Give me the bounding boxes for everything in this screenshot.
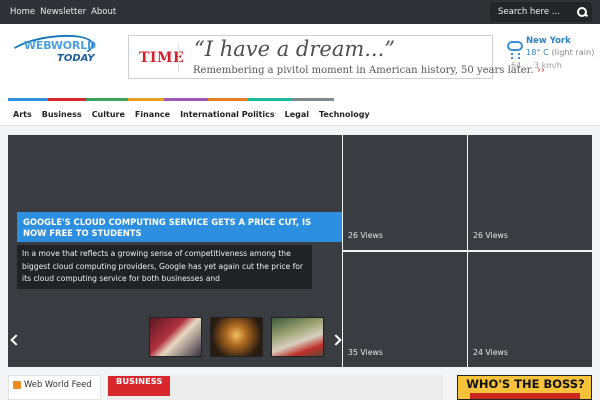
search-box (490, 2, 592, 22)
tile-views: 26 Views (473, 231, 508, 240)
logo-tagline: TODAY (57, 53, 95, 64)
nav-newsletter-link[interactable]: Newsletter (40, 7, 86, 17)
featured-title[interactable]: Google's cloud computing service gets a … (17, 212, 342, 242)
search-input[interactable] (496, 6, 570, 18)
category-color-segment (208, 98, 248, 101)
slider-thumbnail[interactable] (210, 317, 263, 357)
category-navigation: Arts Business Culture Finance Internatio… (8, 102, 375, 126)
category-legal[interactable]: Legal (280, 110, 314, 119)
slider-thumbnails (149, 317, 324, 357)
slider-next-arrow-icon[interactable] (332, 333, 342, 347)
rain-drops-icon (511, 53, 520, 59)
ad-subtext: Remembering a pivitol moment in American… (193, 65, 534, 76)
category-color-segment (8, 98, 48, 101)
featured-excerpt: In a move that reflects a growing sense … (17, 245, 312, 289)
category-technology[interactable]: Technology (314, 110, 375, 119)
category-color-segment (48, 98, 86, 101)
top-navigation: Home Newsletter About (10, 0, 116, 24)
rss-icon (13, 381, 21, 389)
feed-label: Web World Feed (24, 379, 92, 389)
post-tile[interactable]: 26 Views (343, 135, 467, 250)
logo-name-first: WEB (24, 39, 51, 52)
slider-prev-arrow-icon[interactable] (8, 333, 18, 347)
ad-divider (178, 44, 179, 72)
category-business[interactable]: Business (37, 110, 87, 119)
category-finance[interactable]: Finance (130, 110, 175, 119)
logo-name-second: WORLD (50, 39, 96, 52)
featured-slider[interactable]: Google's cloud computing service gets a … (8, 135, 342, 367)
top-bar: Home Newsletter About (0, 0, 600, 24)
weather-city: New York (526, 36, 571, 46)
category-color-segment (86, 98, 128, 101)
category-color-segment (292, 98, 334, 101)
weather-condition: (light rain) (551, 47, 595, 57)
slider-thumbnail[interactable] (271, 317, 324, 357)
category-color-strip (8, 98, 334, 101)
category-culture[interactable]: Culture (87, 110, 130, 119)
search-icon[interactable] (577, 6, 588, 18)
category-color-segment (164, 98, 208, 101)
cloud-rain-icon (507, 41, 523, 51)
tile-views: 35 Views (348, 348, 383, 357)
sidebar-ad-text: WHO'S THE BOSS? (466, 377, 585, 391)
weather-humidity: 64 (511, 61, 522, 70)
tile-views: 24 Views (473, 348, 508, 357)
ad-headline: “I have a dream...” (194, 37, 396, 61)
sidebar-ad[interactable]: WHO'S THE BOSS? (457, 375, 592, 400)
feed-widget[interactable]: Web World Feed (8, 375, 101, 400)
post-tile[interactable]: 26 Views (468, 135, 592, 250)
header-banner-ad[interactable]: TIME “I have a dream...” Remembering a p… (128, 35, 545, 79)
weather-widget: New York 18° C (light rain) 64 3 km/h (500, 35, 596, 79)
category-arts[interactable]: Arts (8, 110, 37, 119)
business-tag[interactable]: BUSINESS (108, 376, 171, 396)
category-color-segment (248, 98, 292, 101)
weather-temp: 18° C (526, 47, 549, 57)
site-logo[interactable]: WEBWORLD TODAY (6, 30, 98, 78)
slider-thumbnail[interactable] (149, 317, 202, 357)
nav-home-link[interactable]: Home (10, 7, 35, 17)
sidebar-ad-graphic (470, 393, 580, 399)
category-international-politics[interactable]: International Politics (175, 110, 280, 119)
nav-about-link[interactable]: About (91, 7, 116, 17)
weather-wind: 3 km/h (534, 61, 562, 70)
post-tile[interactable]: 35 Views (343, 252, 467, 367)
post-tile[interactable]: 24 Views (468, 252, 592, 367)
category-color-segment (128, 98, 164, 101)
business-section-header: BUSINESS (107, 375, 443, 400)
tile-views: 26 Views (348, 231, 383, 240)
category-bar: Arts Business Culture Finance Internatio… (0, 98, 600, 126)
